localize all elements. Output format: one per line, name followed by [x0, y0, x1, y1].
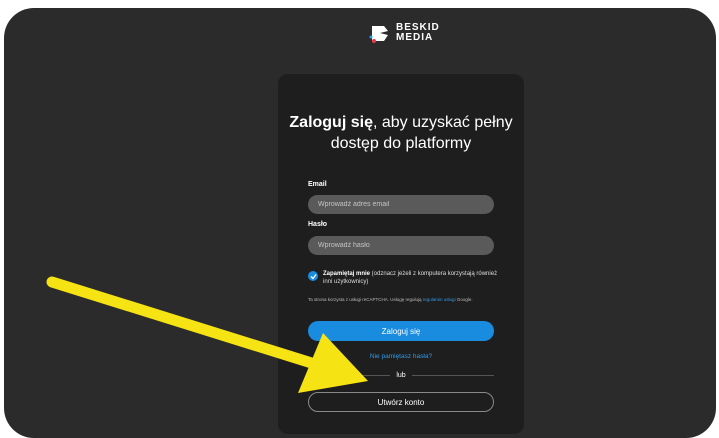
password-field[interactable] — [308, 236, 494, 255]
title-bold: Zaloguj się — [289, 114, 373, 131]
remember-label-bold: Zapamiętaj mnie — [323, 271, 371, 277]
beskid-media-logo-icon — [369, 26, 388, 43]
check-icon — [310, 273, 317, 279]
email-field[interactable] — [308, 195, 494, 214]
divider-line-left — [308, 375, 391, 376]
or-text: lub — [396, 372, 406, 379]
app-frame: BESKID MEDIA Zaloguj się, aby uzyskać pe… — [4, 8, 716, 438]
remember-me[interactable]: Zapamiętaj mnie (odznacz jeżeli z komput… — [308, 270, 498, 286]
forgot-password-link[interactable]: Nie pamiętasz hasła? — [278, 353, 524, 360]
recaptcha-terms-link[interactable]: regulamin usługi — [423, 297, 456, 302]
brand-line-2: MEDIA — [396, 32, 434, 43]
brand-logo[interactable]: BESKID MEDIA — [368, 22, 440, 44]
login-button[interactable]: Zaloguj się — [308, 321, 494, 341]
create-account-button[interactable]: Utwórz konto — [308, 392, 494, 412]
remember-checkbox[interactable] — [308, 271, 318, 281]
or-divider: lub — [308, 372, 494, 379]
email-label: Email — [308, 181, 327, 188]
divider-line-right — [411, 375, 494, 376]
page-title: Zaloguj się, aby uzyskać pełny dostęp do… — [278, 112, 524, 154]
password-label: Hasło — [308, 221, 328, 228]
recaptcha-suffix: Google. — [455, 297, 473, 302]
recaptcha-notice: Ta strona korzysta z usługi reCAPTCHA. U… — [308, 297, 494, 303]
login-card: Zaloguj się, aby uzyskać pełny dostęp do… — [278, 74, 524, 434]
recaptcha-text: Ta strona korzysta z usługi reCAPTCHA. U… — [308, 297, 423, 302]
